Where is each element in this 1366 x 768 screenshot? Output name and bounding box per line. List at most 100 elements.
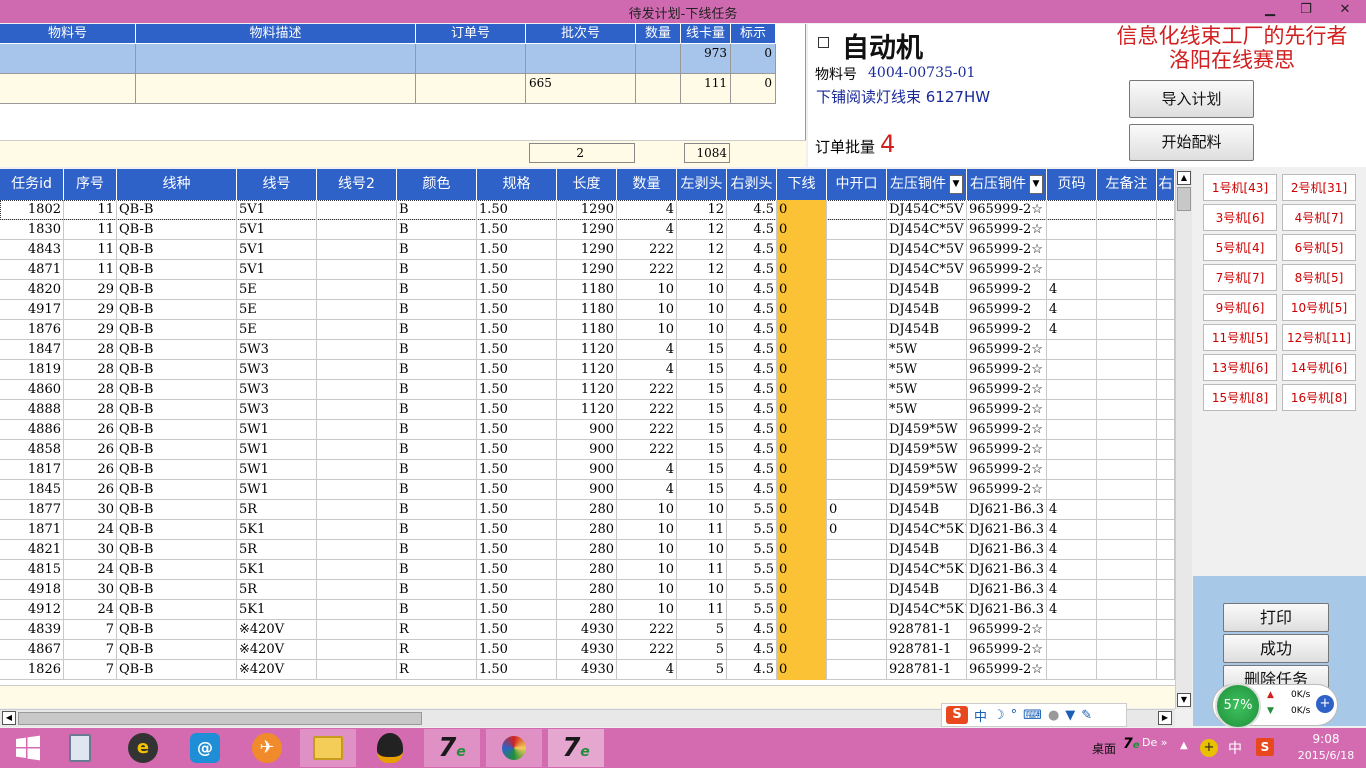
vertical-scrollbar[interactable]: ▲ ▼ (1175, 169, 1192, 709)
cell-task-id[interactable]: 4912 (0, 600, 64, 620)
cell-note[interactable] (1157, 220, 1175, 240)
cell-mid-open[interactable] (827, 640, 887, 660)
table-row[interactable]: 4860 28 QB-B 5W3 B 1.50 1120 222 15 4.5 0 *5W 965999… (0, 380, 1175, 400)
cell-note[interactable] (1157, 480, 1175, 500)
cell-note[interactable] (1097, 520, 1157, 540)
cell-wire-no-2[interactable] (317, 240, 397, 260)
cell-qty[interactable]: 10 (617, 560, 677, 580)
cell-right-strip[interactable]: 5.5 (727, 600, 777, 620)
cell-color[interactable]: B (397, 360, 477, 380)
cell-wire-type[interactable]: QB-B (117, 500, 237, 520)
cell-mid-open[interactable] (827, 220, 887, 240)
cell-left-strip[interactable]: 12 (677, 220, 727, 240)
cell-note[interactable] (1157, 200, 1175, 220)
cell-page[interactable] (1047, 380, 1097, 400)
top-header-batch-no[interactable]: 批次号 (526, 24, 636, 44)
cell-color[interactable]: B (397, 240, 477, 260)
cell-right-terminal[interactable]: 965999-2☆ (967, 640, 1047, 660)
table-row[interactable]: 4888 28 QB-B 5W3 B 1.50 1120 222 15 4.5 0 *5W 965999… (0, 400, 1175, 420)
cell-mid-open[interactable] (827, 380, 887, 400)
table-row[interactable]: 1876 29 QB-B 5E B 1.50 1180 10 10 4.5 0 DJ454B 96599… (0, 320, 1175, 340)
cell-wire-no-2[interactable] (317, 420, 397, 440)
cell-wire-no[interactable]: 5K1 (237, 560, 317, 580)
cell-wire-type[interactable]: QB-B (117, 460, 237, 480)
cell-color[interactable]: B (397, 480, 477, 500)
cell-wire-no-2[interactable] (317, 540, 397, 560)
cell-wire-no[interactable]: 5V1 (237, 260, 317, 280)
cell-seq[interactable]: 26 (64, 420, 117, 440)
cell-right-strip[interactable]: 5.5 (727, 540, 777, 560)
cell-color[interactable]: B (397, 460, 477, 480)
filter-dropdown-icon[interactable]: ▼ (949, 175, 963, 194)
cell-wire-no[interactable]: ※420V (237, 640, 317, 660)
cell-length[interactable]: 280 (557, 540, 617, 560)
cell-color[interactable]: B (397, 440, 477, 460)
top-cell[interactable] (136, 74, 416, 104)
cell-mid-open[interactable] (827, 580, 887, 600)
table-row[interactable]: 1871 24 QB-B 5K1 B 1.50 280 10 11 5.5 0 0 DJ454C*5K1… (0, 520, 1175, 540)
cell-note[interactable] (1157, 520, 1175, 540)
cell-note[interactable] (1157, 240, 1175, 260)
cell-qty[interactable]: 222 (617, 260, 677, 280)
machine-14-button[interactable]: 14号机[6] (1282, 354, 1356, 381)
cell-offline[interactable]: 0 (777, 400, 827, 420)
cell-qty[interactable]: 10 (617, 280, 677, 300)
cell-wire-no[interactable]: 5V1 (237, 240, 317, 260)
cell-wire-no-2[interactable] (317, 560, 397, 580)
cell-length[interactable]: 1180 (557, 280, 617, 300)
cell-right-terminal[interactable]: 965999-2 (967, 320, 1047, 340)
cell-right-terminal[interactable]: 965999-2☆ (967, 420, 1047, 440)
cell-wire-type[interactable]: QB-B (117, 340, 237, 360)
cell-left-terminal[interactable]: 928781-1 (887, 620, 967, 640)
cell-left-strip[interactable]: 10 (677, 320, 727, 340)
cell-color[interactable]: B (397, 340, 477, 360)
cell-offline[interactable]: 0 (777, 480, 827, 500)
cell-color[interactable]: B (397, 200, 477, 220)
cell-wire-type[interactable]: QB-B (117, 540, 237, 560)
cell-task-id[interactable]: 4839 (0, 620, 64, 640)
cell-wire-no-2[interactable] (317, 400, 397, 420)
cell-wire-no[interactable]: 5W3 (237, 340, 317, 360)
cell-wire-type[interactable]: QB-B (117, 480, 237, 500)
cell-wire-no[interactable]: 5V1 (237, 220, 317, 240)
cell-task-id[interactable]: 1847 (0, 340, 64, 360)
top-header-flag[interactable]: 标示 (731, 24, 776, 44)
cell-wire-no-2[interactable] (317, 340, 397, 360)
cell-task-id[interactable]: 1819 (0, 360, 64, 380)
cell-wire-no-2[interactable] (317, 200, 397, 220)
cell-left-strip[interactable]: 5 (677, 660, 727, 680)
keyboard-icon[interactable]: ⌨ (1023, 708, 1042, 723)
cell-length[interactable]: 280 (557, 500, 617, 520)
cell-wire-no-2[interactable] (317, 440, 397, 460)
cell-wire-no[interactable]: 5W1 (237, 440, 317, 460)
desktop-toolbar-label[interactable]: 桌面 (1092, 740, 1116, 757)
cell-wire-no-2[interactable] (317, 460, 397, 480)
cell-left-terminal[interactable]: DJ454C*5V (887, 220, 967, 240)
tray-ime-lang[interactable]: 中 (1228, 738, 1242, 758)
cell-task-id[interactable]: 4871 (0, 260, 64, 280)
cell-note[interactable] (1097, 220, 1157, 240)
cell-color[interactable]: R (397, 620, 477, 640)
scroll-right-arrow-icon[interactable]: ▶ (1158, 711, 1172, 725)
cell-task-id[interactable]: 4821 (0, 540, 64, 560)
cell-qty[interactable]: 222 (617, 440, 677, 460)
top-header-material-no[interactable]: 物料号 (0, 24, 136, 44)
cell-left-terminal[interactable]: DJ459*5W (887, 440, 967, 460)
cell-color[interactable]: B (397, 300, 477, 320)
cell-seq[interactable]: 29 (64, 280, 117, 300)
table-row[interactable]: 1817 26 QB-B 5W1 B 1.50 900 4 15 4.5 0 DJ459*5W 9659… (0, 460, 1175, 480)
cell-color[interactable]: B (397, 540, 477, 560)
cell-offline[interactable]: 0 (777, 240, 827, 260)
cell-right-strip[interactable]: 5.5 (727, 500, 777, 520)
cell-seq[interactable]: 11 (64, 260, 117, 280)
cell-qty[interactable]: 10 (617, 540, 677, 560)
machine-12-button[interactable]: 12号机[11] (1282, 324, 1356, 351)
cell-note[interactable] (1157, 340, 1175, 360)
machine-11-button[interactable]: 11号机[5] (1203, 324, 1277, 351)
cell-wire-no[interactable]: 5K1 (237, 520, 317, 540)
cell-mid-open[interactable] (827, 340, 887, 360)
cell-task-id[interactable]: 4820 (0, 280, 64, 300)
cell-right-terminal[interactable]: DJ621-B6.3 (967, 540, 1047, 560)
cell-note[interactable] (1157, 540, 1175, 560)
cell-spec[interactable]: 1.50 (477, 640, 557, 660)
